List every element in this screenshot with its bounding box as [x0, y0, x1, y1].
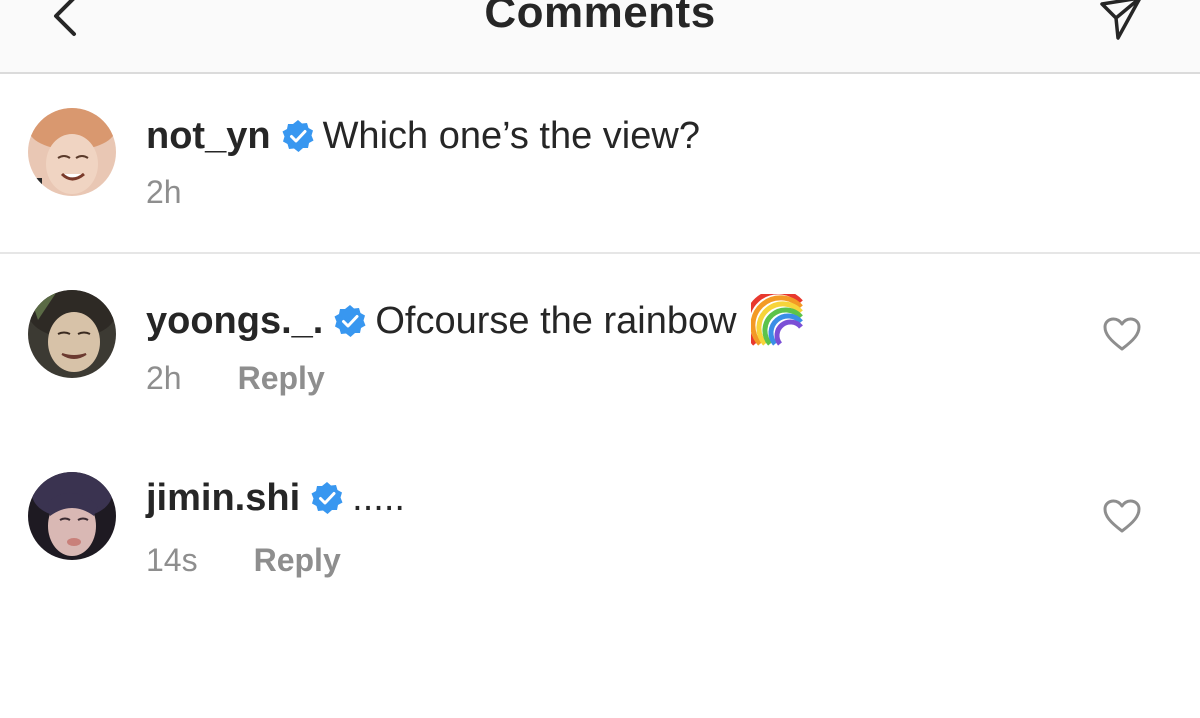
reply-button[interactable]: Reply	[254, 540, 341, 580]
comment-text: .....	[352, 477, 405, 519]
comment-username[interactable]: jimin.shi	[146, 476, 300, 520]
avatar-image	[28, 108, 116, 196]
rainbow-emoji-icon	[750, 294, 803, 346]
avatar-image	[28, 472, 116, 560]
reply-button[interactable]: Reply	[238, 358, 325, 398]
timestamp: 2h	[146, 360, 182, 396]
avatar[interactable]	[28, 290, 116, 378]
paper-plane-icon	[1100, 0, 1141, 40]
top-nav-bar: Comments	[0, 0, 1200, 74]
timestamp: 14s	[146, 542, 198, 578]
list-item: yoongs._. Ofcourse the rainbow 2h Reply	[0, 256, 1200, 436]
heart-icon[interactable]	[1102, 316, 1142, 352]
verified-badge-icon	[282, 120, 314, 152]
heart-icon[interactable]	[1102, 498, 1142, 534]
verified-badge-icon	[311, 482, 343, 514]
page-title: Comments	[484, 0, 716, 37]
timestamp: 2h	[146, 174, 182, 210]
avatar-image	[28, 290, 116, 378]
comment-username[interactable]: not_yn	[146, 114, 271, 158]
avatar[interactable]	[28, 472, 116, 560]
share-button[interactable]	[1096, 0, 1144, 42]
comment-text: Ofcourse the rainbow	[375, 300, 737, 342]
comment-text: Which one’s the view?	[322, 115, 700, 157]
avatar[interactable]	[28, 108, 116, 196]
caption: not_yn Which one’s the view? 2h	[0, 76, 1200, 254]
verified-badge-icon	[334, 305, 366, 337]
list-item: jimin.shi ..... 14s Reply	[0, 438, 1200, 618]
comment-username[interactable]: yoongs._.	[146, 299, 323, 343]
